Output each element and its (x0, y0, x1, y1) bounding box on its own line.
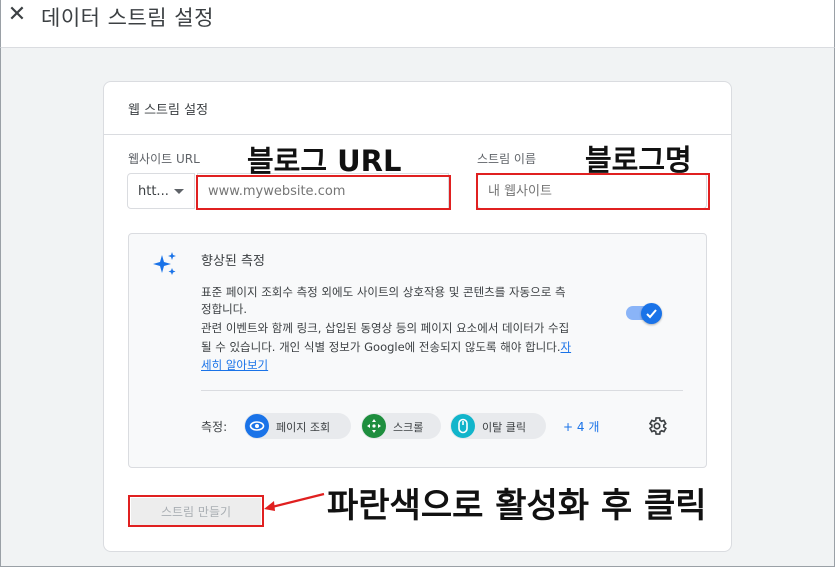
eye-icon (245, 414, 269, 438)
enhanced-measurement-title: 향상된 측정 (201, 254, 265, 269)
description-text: 될 수 있습니다. 개인 식별 정보가 Google에 전송되지 않도록 해야 … (201, 340, 561, 354)
chip-page-view: 페이지 조회 (244, 413, 351, 439)
check-icon (646, 309, 657, 319)
description-line: 정합니다. (201, 302, 247, 316)
create-stream-button[interactable]: 스트림 만들기 (131, 498, 261, 525)
stream-name-label: 스트림 이름 (477, 152, 537, 166)
chip-label: 이탈 클릭 (482, 421, 526, 434)
arrow-icon (264, 492, 325, 511)
description-line: 될 수 있습니다. 개인 식별 정보가 Google에 전송되지 않도록 해야 … (201, 339, 641, 356)
description-line: 표준 페이지 조회수 측정 외에도 사이트의 상호작용 및 콘텐츠를 자동으로 … (201, 285, 566, 299)
learn-more-link[interactable]: 세히 알아보기 (201, 358, 268, 372)
protocol-value: htt... (138, 184, 169, 199)
top-app-bar: ✕ 데이터 스트림 설정 (0, 0, 835, 48)
sparkle-icon (153, 252, 176, 275)
close-icon[interactable]: ✕ (7, 4, 27, 26)
chip-label: 페이지 조회 (276, 421, 331, 434)
page-title: 데이터 스트림 설정 (41, 6, 214, 30)
toggle-knob[interactable] (641, 303, 662, 324)
card-header: 웹 스트림 설정 (104, 82, 731, 135)
measure-label: 측정: (201, 420, 228, 434)
chip-scroll: 스크롤 (361, 413, 441, 439)
divider (201, 390, 683, 391)
chevron-down-icon (174, 189, 184, 194)
more-events-link[interactable]: + 4 개 (563, 418, 599, 435)
description-line: 관련 이벤트와 함께 링크, 삽입된 동영상 등의 페이지 요소에서 데이터가 … (201, 321, 570, 335)
learn-more-link[interactable]: 자 (561, 340, 572, 354)
protocol-select[interactable]: htt... (127, 173, 195, 209)
button-annotation: 파란색으로 활성화 후 클릭 (327, 486, 707, 526)
stream-name-annotation: 블로그명 (585, 143, 692, 177)
gear-icon[interactable] (646, 415, 668, 437)
mouse-icon (451, 414, 475, 438)
description-line: 세히 알아보기 (201, 357, 621, 374)
card-title: 웹 스트림 설정 (128, 103, 209, 118)
website-url-label: 웹사이트 URL (128, 152, 200, 166)
chip-label: 스크롤 (393, 421, 424, 434)
crosshair-icon (362, 414, 386, 438)
url-annotation: 블로그 URL (247, 144, 402, 178)
chip-outbound-click: 이탈 클릭 (450, 413, 546, 439)
